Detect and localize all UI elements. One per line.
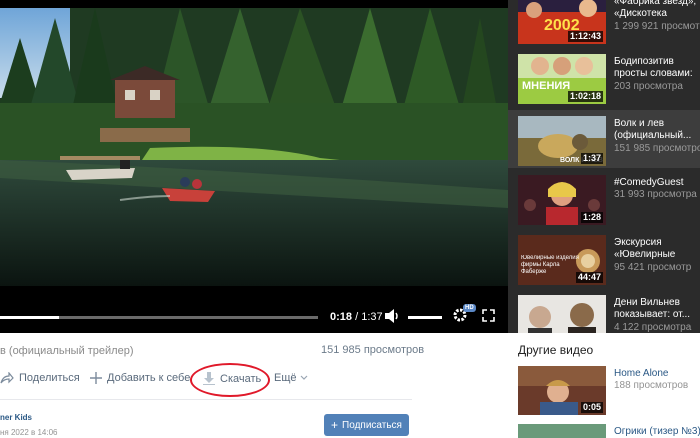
video-title: в (официальный трейлер) xyxy=(0,345,134,357)
other-videos-heading: Другие видео xyxy=(518,343,594,357)
video-thumbnail[interactable] xyxy=(518,295,606,333)
time-separator: / xyxy=(352,311,362,323)
more-button[interactable]: Ещё xyxy=(274,372,308,384)
player-controls: 0:18 / 1:37 HD xyxy=(0,300,508,333)
related-video-item[interactable]: Ювелирные изделия фирмы Карла Фаберже 44… xyxy=(508,235,700,293)
thumb-text: Ювелирные изделия фирмы Карла Фаберже xyxy=(521,255,579,275)
channel-name[interactable]: ner Kids xyxy=(0,413,32,422)
hd-badge: HD xyxy=(463,304,476,312)
video-thumbnail[interactable]: 2002 1:12:43 xyxy=(518,0,606,44)
download-icon xyxy=(203,372,215,385)
progress-bar[interactable] xyxy=(0,316,318,319)
other-video-title[interactable]: Home Alone xyxy=(614,368,668,379)
video-thumbnail[interactable]: 0:05 xyxy=(518,366,606,415)
share-button[interactable]: Поделиться xyxy=(0,372,80,384)
video-thumbnail[interactable]: ВОЛК И ЛЕВ 1:37 xyxy=(518,116,606,166)
video-thumbnail[interactable]: 1:28 xyxy=(518,175,606,225)
video-duration: 44:47 xyxy=(575,272,603,283)
time-readout: 0:18 / 1:37 xyxy=(330,311,383,323)
related-video-title[interactable]: «Фабрика звезд», «Дискотека Авария» xyxy=(614,0,700,20)
video-duration: 1:37 xyxy=(580,153,603,164)
more-label: Ещё xyxy=(274,372,297,384)
upload-date: ня 2022 в 14:06 xyxy=(0,428,58,437)
time-current: 0:18 xyxy=(330,311,353,323)
related-video-item[interactable]: 1:28 #ComedyGuest 31 993 просмотра xyxy=(508,175,700,233)
chevron-down-icon xyxy=(300,375,307,380)
other-video-views: 188 просмотров xyxy=(614,380,689,391)
time-total: 1:37 xyxy=(361,311,383,323)
related-video-views: 31 993 просмотра xyxy=(614,189,697,200)
related-video-title[interactable]: Дени Вильнев показывает: от... xyxy=(614,297,700,321)
video-duration: 1:02:18 xyxy=(567,91,603,102)
related-video-title[interactable]: Бодипозитив просты словами: Ханна, ... xyxy=(614,56,700,80)
related-video-title[interactable]: Волк и лев (официальный... xyxy=(614,118,700,142)
share-label: Поделиться xyxy=(19,372,80,384)
volume-slider[interactable] xyxy=(408,316,442,319)
video-duration: 0:05 xyxy=(580,402,603,413)
related-video-views: 203 просмотра xyxy=(614,81,683,92)
download-label: Скачать xyxy=(220,372,262,385)
add-to-my-videos-button[interactable]: Добавить к себе xyxy=(90,372,190,384)
related-video-item-active[interactable]: ВОЛК И ЛЕВ 1:37 Волк и лев (официальный.… xyxy=(508,110,700,168)
related-video-item[interactable]: МНЕНИЯ 1:02:18 Бодипозитив просты словам… xyxy=(508,54,700,112)
add-label: Добавить к себе xyxy=(107,372,191,384)
divider xyxy=(0,399,412,400)
plus-icon: + xyxy=(331,418,339,432)
related-video-views: 151 985 просмотров xyxy=(614,143,700,154)
video-player[interactable]: 0:18 / 1:37 HD xyxy=(0,0,508,333)
related-video-views: 95 421 просмотр xyxy=(614,262,692,273)
subscribe-button[interactable]: + Подписаться xyxy=(324,414,409,436)
video-frame[interactable] xyxy=(0,8,508,286)
plus-icon xyxy=(90,372,102,384)
video-thumbnail[interactable] xyxy=(518,424,606,438)
video-duration: 1:12:43 xyxy=(567,31,603,42)
thumb-text: МНЕНИЯ xyxy=(522,80,570,92)
volume-icon[interactable] xyxy=(385,309,401,323)
video-thumbnail[interactable]: Ювелирные изделия фирмы Карла Фаберже 44… xyxy=(518,235,606,285)
share-icon xyxy=(0,372,14,384)
fullscreen-icon[interactable] xyxy=(482,309,495,322)
progress-fill xyxy=(0,316,59,319)
download-button[interactable]: Скачать xyxy=(203,372,261,385)
view-count: 151 985 просмотров xyxy=(321,344,425,356)
video-thumbnail[interactable]: МНЕНИЯ 1:02:18 xyxy=(518,54,606,104)
related-video-views: 1 299 921 просмотр xyxy=(614,21,700,32)
other-video-item[interactable]: 0:05 Home Alone 188 просмотров xyxy=(518,366,700,416)
related-video-item[interactable]: 2002 1:12:43 «Фабрика звезд», «Дискотека… xyxy=(508,0,700,52)
video-duration: 1:28 xyxy=(580,212,603,223)
related-video-item[interactable]: Дени Вильнев показывает: от... 4 122 про… xyxy=(508,295,700,333)
other-video-title[interactable]: Огрики (тизер №3) xyxy=(614,426,700,437)
other-video-item[interactable]: Огрики (тизер №3) xyxy=(518,424,700,438)
subscribe-label: Подписаться xyxy=(342,419,402,431)
related-videos-panel: 2002 1:12:43 «Фабрика звезд», «Дискотека… xyxy=(508,0,700,333)
related-video-views: 4 122 просмотра xyxy=(614,322,692,333)
related-video-title[interactable]: Экскурсия «Ювелирные издели... xyxy=(614,237,700,261)
related-video-title[interactable]: #ComedyGuest xyxy=(614,177,700,189)
